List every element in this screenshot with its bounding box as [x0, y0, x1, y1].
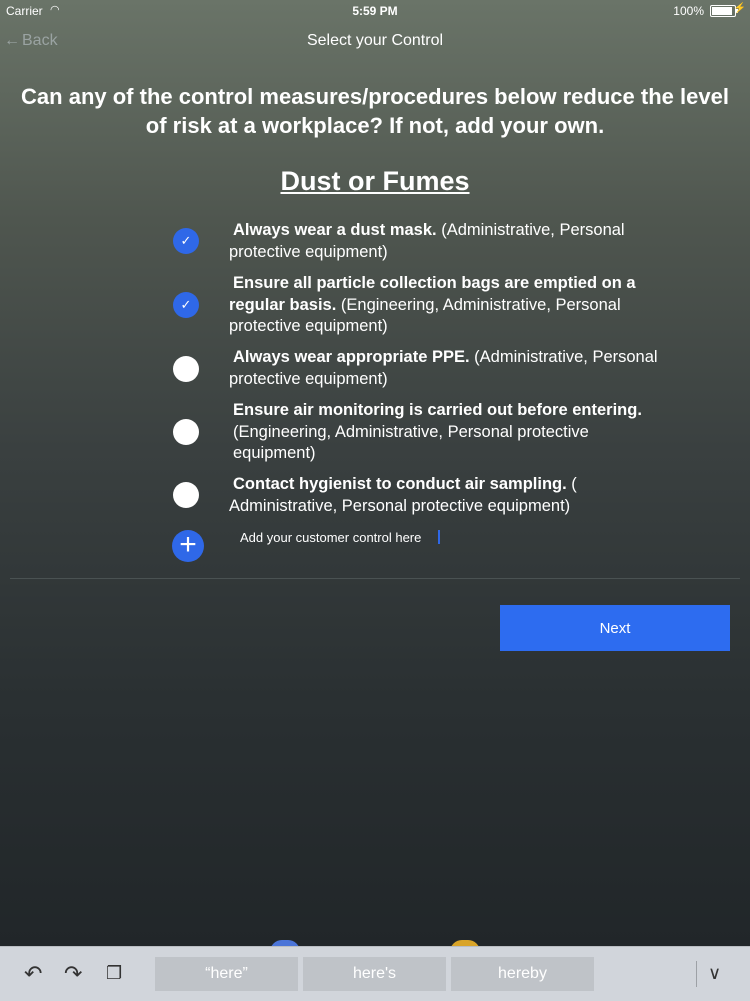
undo-icon[interactable]: ↶: [24, 961, 42, 987]
section-title: Dust or Fumes: [280, 166, 470, 196]
next-button[interactable]: Next: [500, 605, 730, 651]
battery-icon: [710, 5, 738, 17]
control-label: Contact hygienist to conduct air samplin…: [229, 474, 629, 517]
keyboard-shortcut-bar: ↶ ↷ ❐ “here” here's hereby ∨: [0, 946, 750, 1001]
plus-icon: +: [179, 528, 197, 561]
battery-percent: 100%: [673, 4, 704, 18]
page-title: Select your Control: [306, 32, 444, 49]
dismiss-keyboard-icon[interactable]: ∨: [708, 963, 721, 984]
control-title: Contact hygienist to conduct air samplin…: [233, 475, 567, 493]
control-title: Always wear a dust mask.: [233, 221, 437, 239]
checkbox[interactable]: [173, 356, 199, 382]
suggestion-2[interactable]: here's: [303, 957, 446, 991]
divider: [10, 578, 740, 579]
add-control-button[interactable]: +: [172, 530, 204, 562]
control-categories: (Engineering, Administrative, Personal p…: [233, 422, 589, 463]
custom-control-input[interactable]: [240, 527, 680, 547]
control-label: Ensure all particle collection bags are …: [229, 273, 659, 338]
checkbox[interactable]: [173, 482, 199, 508]
control-label: Ensure air monitoring is carried out bef…: [233, 400, 648, 465]
control-label: Always wear appropriate PPE. (Administra…: [229, 347, 659, 390]
suggestion-1[interactable]: “here”: [155, 957, 298, 991]
checkbox[interactable]: [173, 419, 199, 445]
keyboard-bar-separator: [696, 961, 697, 987]
suggestion-3[interactable]: hereby: [451, 957, 594, 991]
control-title: Ensure air monitoring is carried out bef…: [233, 401, 642, 419]
redo-icon[interactable]: ↷: [64, 961, 82, 987]
navigation-bar: ← Back Select your Control: [0, 22, 750, 62]
charging-icon: ⚡: [733, 3, 746, 14]
checkbox[interactable]: ✓: [173, 228, 199, 254]
control-title: Always wear appropriate PPE.: [233, 348, 470, 366]
clipboard-icon[interactable]: ❐: [106, 963, 122, 984]
checkmark-icon: ✓: [180, 233, 192, 248]
checkmark-icon: ✓: [180, 297, 192, 312]
text-cursor: [438, 530, 440, 544]
question-text: Can any of the control measures/procedur…: [21, 84, 729, 138]
clock: 5:59 PM: [352, 4, 398, 18]
status-bar: Carrier ◠ 5:59 PM 100% ⚡: [0, 0, 750, 22]
checkbox[interactable]: ✓: [173, 292, 199, 318]
control-label: Always wear a dust mask. (Administrative…: [229, 220, 659, 263]
